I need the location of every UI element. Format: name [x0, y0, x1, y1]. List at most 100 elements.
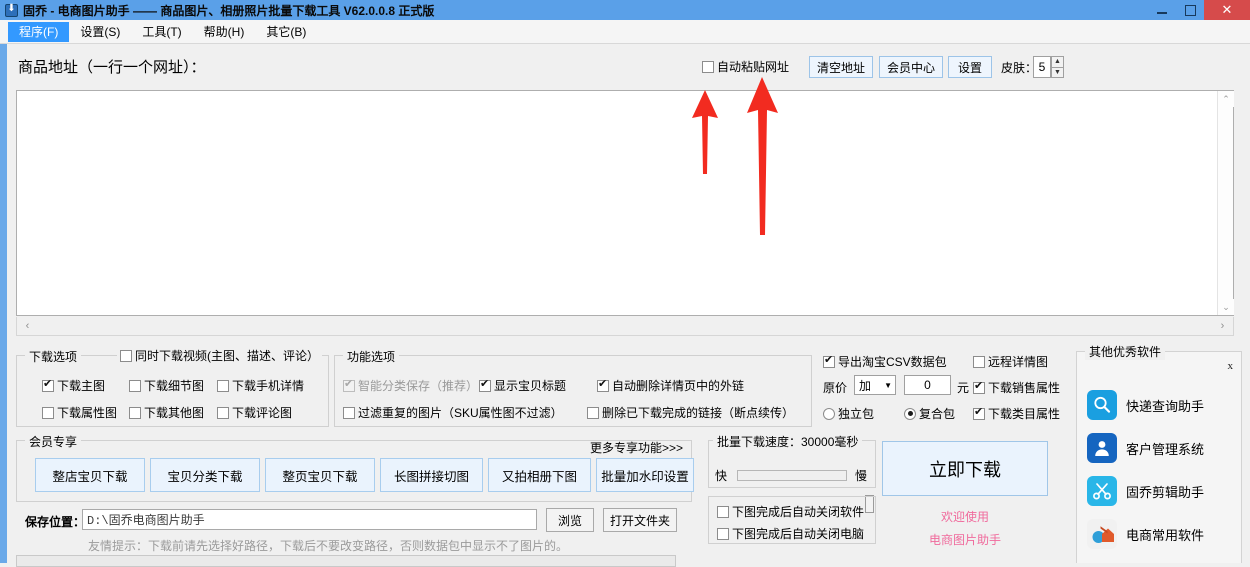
download-detail-image-box[interactable]	[129, 379, 141, 392]
auto-close-software-checkbox[interactable]: 下图完成后自动关闭软件	[717, 503, 864, 520]
menu-item-settings[interactable]: 设置(S)	[69, 22, 131, 42]
skin-label: 皮肤：	[1001, 61, 1038, 75]
download-video-checkbox[interactable]: 同时下载视频(主图、描述、评论）	[117, 347, 322, 364]
maximize-button[interactable]	[1176, 0, 1204, 20]
download-main-image-box[interactable]	[42, 378, 54, 392]
menu-item-other[interactable]: 其它(B)	[255, 22, 317, 42]
download-sale-attr-checkbox[interactable]: 下载销售属性	[973, 379, 1060, 396]
remove-external-links-box[interactable]	[597, 378, 609, 392]
download-mobile-detail-checkbox[interactable]: 下载手机详情	[217, 377, 304, 394]
export-taobao-csv-checkbox[interactable]: 导出淘宝CSV数据包	[823, 353, 947, 370]
long-image-split-button[interactable]: 长图拼接切图	[380, 458, 483, 492]
scroll-up-icon[interactable]: ⌃	[1218, 91, 1234, 107]
sidebar-item-express-search[interactable]: 快递查询助手	[1087, 386, 1237, 424]
after-download-group: 下图完成后自动关闭软件 下图完成后自动关闭电脑	[708, 496, 876, 544]
export-taobao-csv-box[interactable]	[823, 354, 835, 368]
whole-page-download-button[interactable]: 整页宝贝下载	[265, 458, 375, 492]
batch-watermark-button[interactable]: 批量加水印设置	[596, 458, 694, 492]
url-textarea-vscrollbar[interactable]: ⌃ ⌄	[1217, 91, 1234, 315]
scroll-left-icon[interactable]: ‹	[19, 317, 36, 334]
save-path-input[interactable]: D:\固乔电商图片助手	[82, 509, 537, 530]
open-folder-button[interactable]: 打开文件夹	[603, 508, 677, 532]
url-textarea-hscrollbar[interactable]: ‹ ›	[16, 317, 1234, 336]
download-other-image-checkbox[interactable]: 下载其他图	[129, 404, 204, 421]
sidebar-close-icon[interactable]: x	[1228, 360, 1234, 372]
category-download-button[interactable]: 宝贝分类下载	[150, 458, 260, 492]
sidebar-item-video-editor-label: 固乔剪辑助手	[1126, 484, 1205, 500]
close-button[interactable]: ✕	[1204, 0, 1250, 20]
price-mode-value: 加	[859, 378, 872, 393]
remove-finished-links-box[interactable]	[587, 406, 599, 419]
download-sale-attr-box[interactable]	[973, 380, 985, 394]
remote-detail-image-checkbox[interactable]: 远程详情图	[973, 353, 1048, 370]
remove-finished-links-checkbox[interactable]: 删除已下载完成的链接（断点续传）	[587, 404, 794, 421]
download-video-box[interactable]	[120, 349, 132, 362]
download-comment-image-box[interactable]	[217, 406, 229, 419]
minimize-button[interactable]	[1148, 0, 1176, 20]
download-detail-image-checkbox[interactable]: 下载细节图	[129, 377, 204, 394]
smart-classify-save-box[interactable]	[343, 378, 355, 392]
customer-manage-icon	[1087, 433, 1117, 463]
member-center-button[interactable]: 会员中心	[879, 56, 943, 78]
download-attribute-image-box[interactable]	[42, 406, 54, 419]
window-title: 固乔 - 电商图片助手 —— 商品图片、相册照片批量下载工具 V62.0.0.8…	[23, 3, 435, 18]
download-main-image-label: 下载主图	[57, 379, 106, 393]
menu-item-tools[interactable]: 工具(T)	[131, 22, 192, 42]
scroll-down-icon[interactable]: ⌄	[1218, 299, 1234, 315]
browse-button[interactable]: 浏览	[546, 508, 594, 532]
price-value-input[interactable]: 0	[904, 375, 951, 395]
composite-package-dot[interactable]	[904, 407, 916, 420]
filter-duplicate-images-box[interactable]	[343, 406, 355, 419]
chevron-down-icon: ▼	[884, 380, 892, 390]
remove-external-links-checkbox[interactable]: 自动删除详情页中的外链	[597, 377, 744, 394]
remote-detail-image-label: 远程详情图	[988, 355, 1049, 369]
download-main-image-checkbox[interactable]: 下载主图	[42, 377, 105, 394]
url-textarea[interactable]: ⌃ ⌄	[16, 90, 1234, 316]
download-category-attr-checkbox[interactable]: 下载类目属性	[973, 405, 1060, 422]
download-attribute-image-checkbox[interactable]: 下载属性图	[42, 404, 117, 421]
app-icon	[5, 2, 18, 17]
auto-close-software-box[interactable]	[717, 505, 729, 518]
independent-package-dot[interactable]	[823, 407, 835, 420]
filter-duplicate-images-checkbox[interactable]: 过滤重复的图片（SKU属性图不过滤）	[343, 404, 563, 421]
show-item-title-checkbox[interactable]: 显示宝贝标题	[479, 377, 566, 394]
remove-finished-links-label: 删除已下载完成的链接（断点续传）	[602, 406, 795, 420]
member-zone-title: 会员专享	[25, 433, 82, 450]
more-member-features-link[interactable]: 更多专享功能>>>	[590, 439, 683, 456]
menu-item-program[interactable]: 程序(F)	[8, 21, 70, 42]
clear-address-button[interactable]: 清空地址	[809, 56, 873, 78]
download-mobile-detail-box[interactable]	[217, 379, 229, 392]
status-progress-bar	[16, 555, 676, 567]
skin-value-input[interactable]: 5	[1033, 56, 1051, 78]
sidebar-item-ecommerce-tools[interactable]: 电商常用软件	[1087, 515, 1237, 553]
left-blue-edge	[0, 44, 7, 563]
composite-package-radio[interactable]: 复合包	[904, 405, 955, 422]
show-item-title-box[interactable]	[479, 378, 491, 392]
skin-spinner-up[interactable]: ▲	[1051, 56, 1064, 67]
download-speed-slider[interactable]	[737, 470, 874, 513]
welcome-line-2: 电商图片助手	[928, 533, 1001, 547]
auto-paste-box[interactable]	[702, 60, 714, 73]
auto-shutdown-pc-box[interactable]	[717, 527, 729, 540]
download-category-attr-box[interactable]	[973, 406, 985, 420]
settings-button[interactable]: 设置	[948, 56, 992, 78]
independent-package-radio[interactable]: 独立包	[823, 405, 874, 422]
youpai-album-download-button[interactable]: 又拍相册下图	[488, 458, 591, 492]
scroll-right-icon[interactable]: ›	[1214, 317, 1231, 334]
download-comment-image-checkbox[interactable]: 下载评论图	[217, 404, 292, 421]
auto-paste-checkbox[interactable]: 自动粘贴网址	[702, 58, 789, 75]
whole-shop-download-button[interactable]: 整店宝贝下载	[35, 458, 145, 492]
download-now-button[interactable]: 立即下载	[882, 441, 1048, 496]
price-mode-select[interactable]: 加 ▼	[854, 375, 896, 395]
menu-item-help[interactable]: 帮助(H)	[193, 22, 256, 42]
download-attribute-image-label: 下载属性图	[57, 406, 118, 420]
download-other-image-box[interactable]	[129, 406, 141, 419]
sidebar-item-video-editor[interactable]: 固乔剪辑助手	[1087, 472, 1237, 510]
remote-detail-image-box[interactable]	[973, 355, 985, 368]
skin-spinner[interactable]: ▲ ▼	[1051, 56, 1064, 78]
auto-shutdown-pc-checkbox[interactable]: 下图完成后自动关闭电脑	[717, 525, 864, 542]
skin-spinner-down[interactable]: ▼	[1051, 66, 1064, 78]
smart-classify-save-checkbox[interactable]: 智能分类保存（推荐）	[343, 377, 478, 394]
download-comment-image-label: 下载评论图	[232, 406, 293, 420]
sidebar-item-customer-manage[interactable]: 客户管理系统	[1087, 429, 1237, 467]
